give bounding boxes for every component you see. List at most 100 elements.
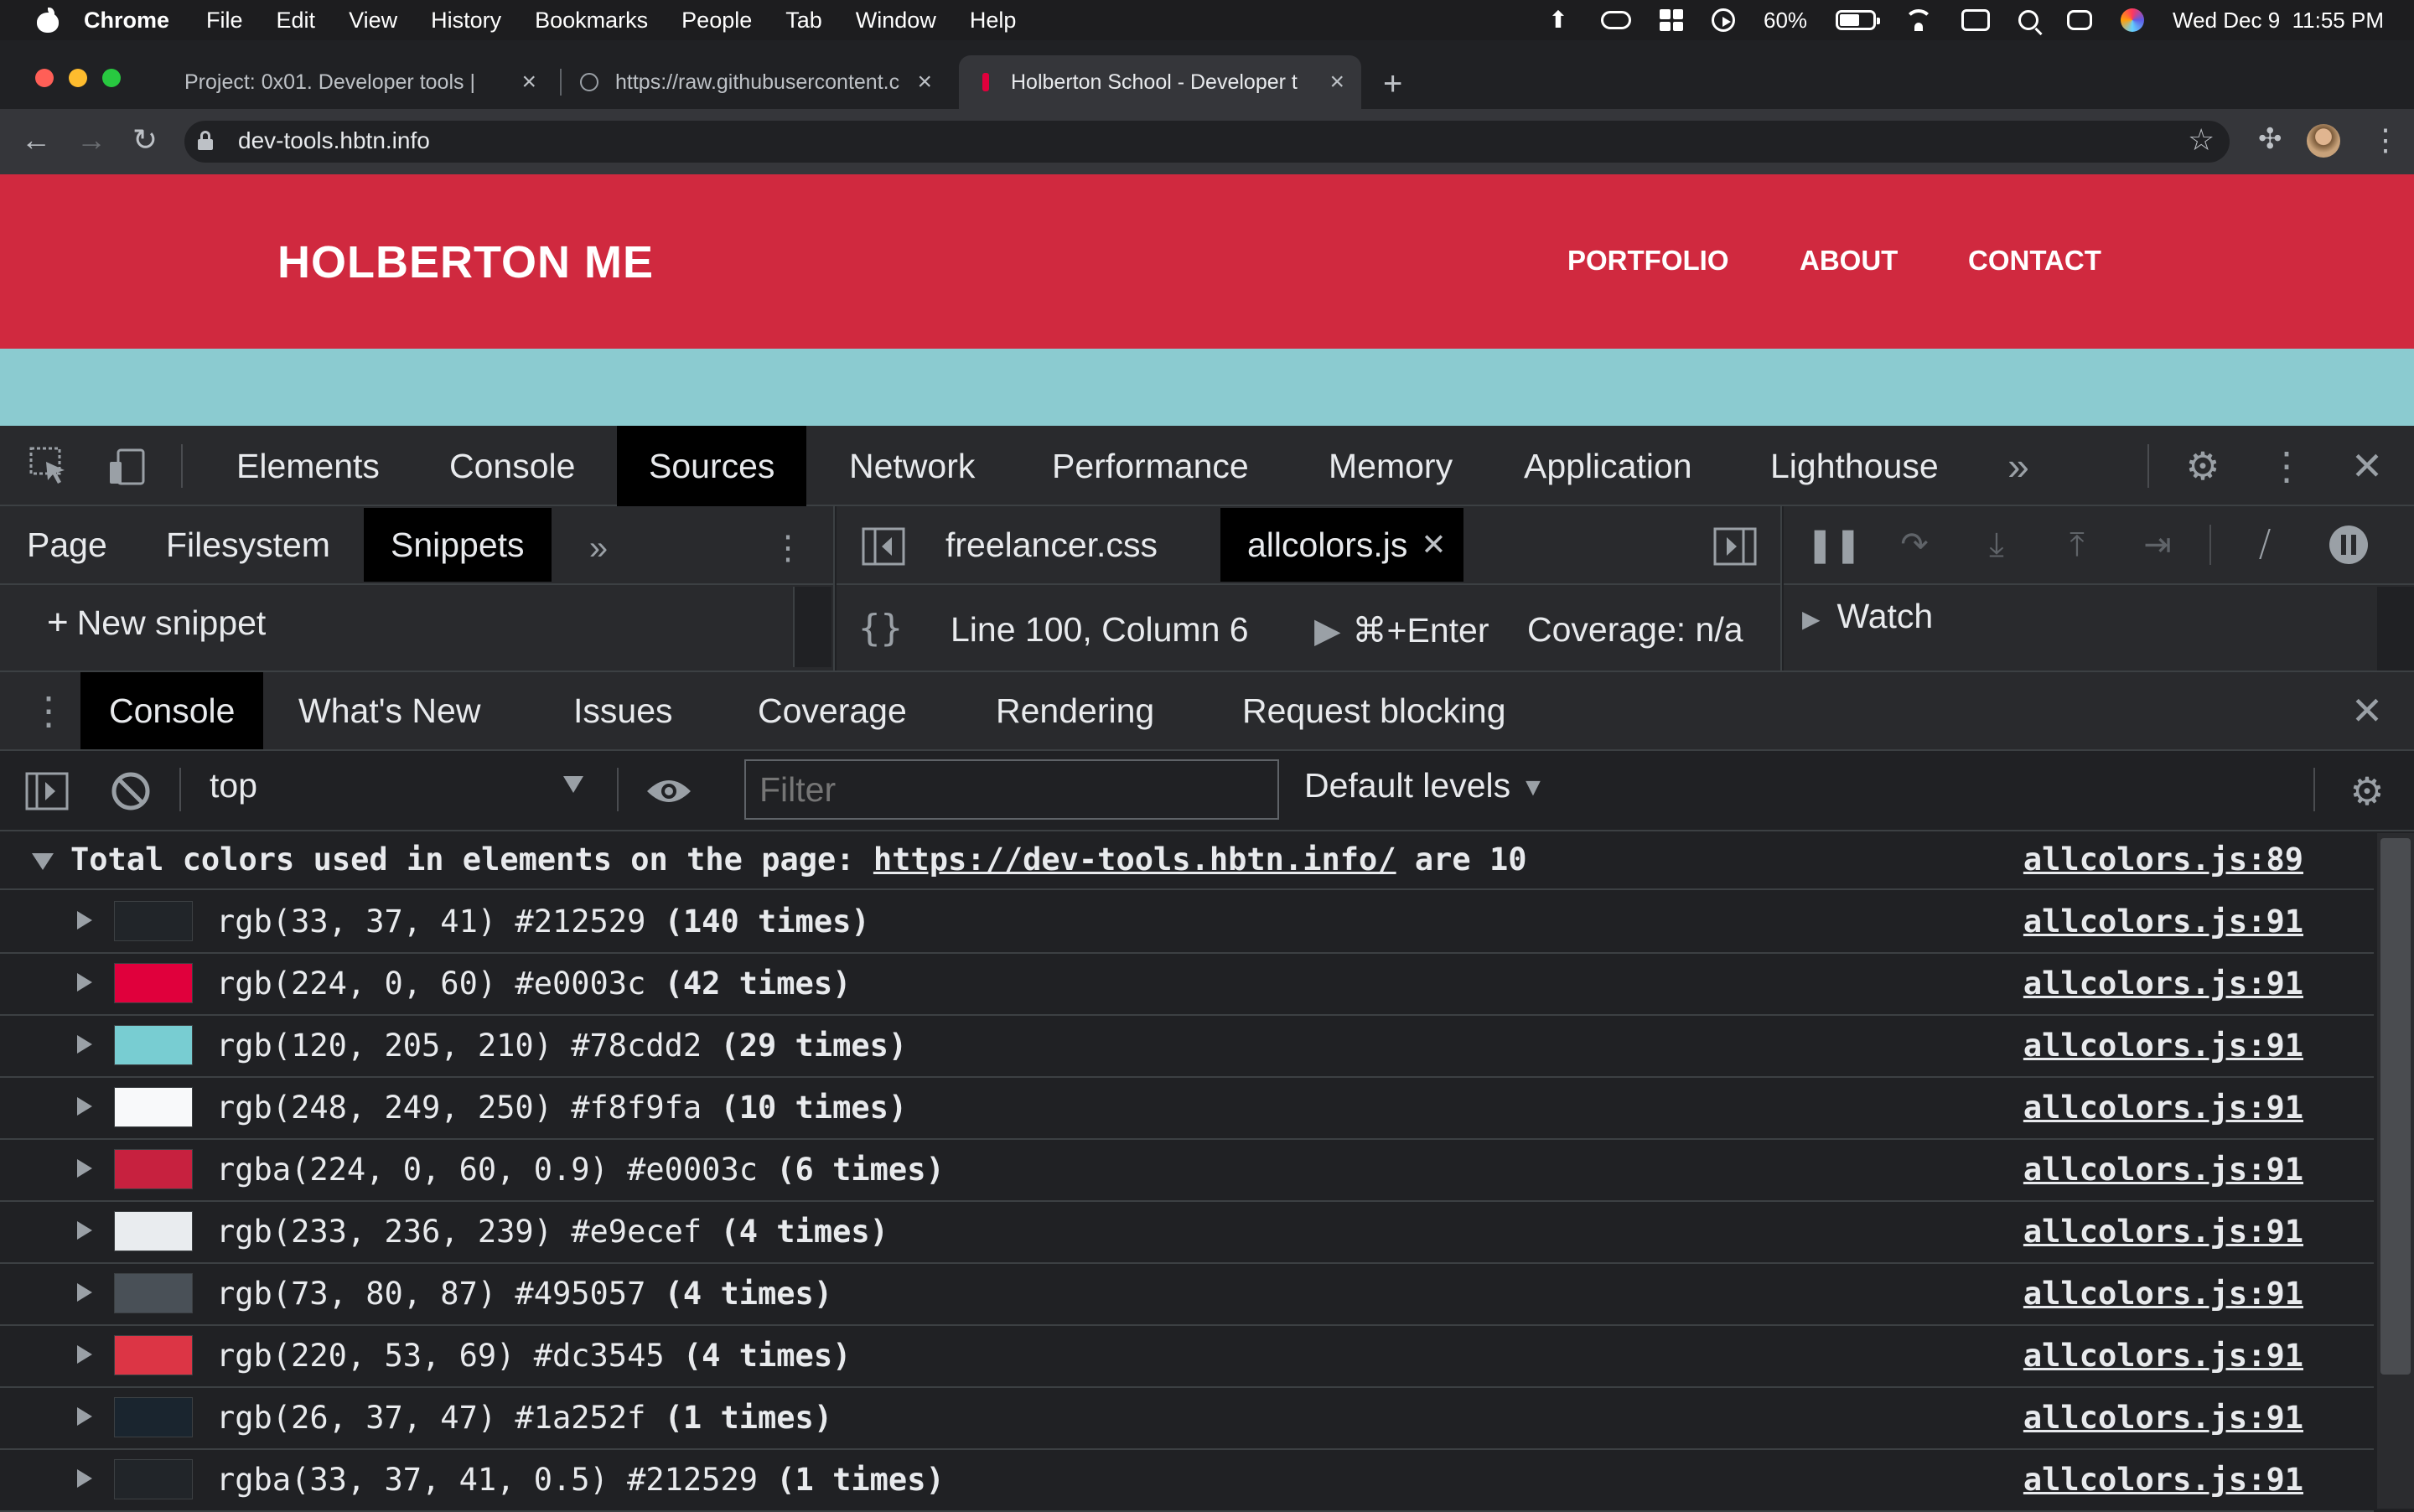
profile-avatar[interactable] [2307, 124, 2340, 158]
expand-triangle-icon[interactable] [77, 1407, 92, 1426]
apple-icon[interactable] [37, 8, 59, 33]
navigator-scrollbar[interactable] [793, 587, 831, 667]
tab-performance[interactable]: Performance [1020, 426, 1281, 506]
menu-file[interactable]: File [206, 8, 243, 34]
minimize-window-button[interactable] [69, 69, 87, 87]
deactivate-breakpoints-icon[interactable]: ⧸ [2241, 521, 2288, 568]
dropdown-arrow-icon[interactable] [563, 776, 583, 793]
source-link[interactable]: allcolors.js:91 [2023, 1462, 2303, 1498]
menu-history[interactable]: History [431, 8, 501, 34]
device-toolbar-icon[interactable] [102, 441, 153, 491]
console-row[interactable]: rgb(26, 37, 47) #1a252f (1 times) allcolo… [0, 1386, 2374, 1450]
live-expression-eye-icon[interactable] [644, 766, 694, 816]
forward-arrow-icon[interactable]: → [70, 119, 112, 161]
expand-triangle-icon[interactable] [77, 1097, 92, 1116]
run-snippet-button[interactable]: ▶ ⌘+Enter [1314, 610, 1489, 650]
reload-icon[interactable]: ↻ [124, 119, 166, 161]
log-levels-dropdown[interactable]: Default levels ▼ [1304, 766, 1546, 805]
toggle-debugger-icon[interactable] [1710, 521, 1760, 572]
expand-triangle-icon[interactable] [77, 1035, 92, 1054]
lock-icon[interactable] [198, 131, 213, 150]
close-tab-icon[interactable]: × [521, 68, 536, 96]
expand-triangle-icon[interactable] [77, 911, 92, 929]
watch-section-header[interactable]: ▶ Watch [1802, 597, 1933, 636]
step-icon[interactable]: ⇥ [2134, 521, 2181, 568]
console-scrollbar-thumb[interactable] [2380, 838, 2411, 1375]
nav-contact[interactable]: CONTACT [1968, 245, 2101, 277]
address-bar[interactable] [184, 121, 2230, 163]
tab-sources[interactable]: Sources [617, 426, 807, 506]
spotlight-search-icon[interactable] [2018, 10, 2039, 30]
drawer-tab-issues[interactable]: Issues [545, 672, 702, 749]
expand-triangle-icon[interactable] [77, 1283, 92, 1302]
toggle-navigator-icon[interactable] [858, 521, 909, 572]
browser-tab-holberton[interactable]: Holberton School - Developer t × [959, 55, 1361, 109]
file-tab-allcolors-js[interactable]: allcolors.js ✕ [1220, 508, 1463, 582]
nav-portfolio[interactable]: PORTFOLIO [1567, 245, 1729, 277]
console-settings-gear-icon[interactable]: ⚙ [2342, 766, 2392, 816]
source-link[interactable]: allcolors.js:91 [2023, 1214, 2303, 1250]
browser-tab-project[interactable]: Project: 0x01. Developer tools | × [168, 55, 553, 109]
context-select[interactable]: top [210, 766, 257, 805]
source-link[interactable]: allcolors.js:91 [2023, 1276, 2303, 1312]
screen-mirroring-icon[interactable] [1961, 9, 1991, 31]
nav-tab-filesystem[interactable]: Filesystem [139, 508, 357, 582]
file-tab-freelancer-css[interactable]: freelancer.css [919, 508, 1184, 582]
step-into-icon[interactable]: ⤓ [1973, 521, 2020, 568]
clear-console-icon[interactable] [106, 766, 156, 816]
menu-app-name[interactable]: Chrome [84, 8, 169, 34]
nav-about[interactable]: ABOUT [1800, 245, 1898, 277]
close-devtools-icon[interactable]: ✕ [2342, 441, 2392, 491]
menu-edit[interactable]: Edit [277, 8, 316, 34]
close-tab-icon[interactable]: × [1329, 68, 1344, 96]
source-link[interactable]: allcolors.js:91 [2023, 1090, 2303, 1126]
pin-icon[interactable]: ⬆ [1544, 8, 1572, 32]
source-link[interactable]: allcolors.js:89 [2023, 841, 2303, 878]
new-snippet-button[interactable]: + New snippet [47, 602, 266, 644]
wifi-icon[interactable] [1904, 9, 1934, 31]
settings-gear-icon[interactable]: ⚙ [2178, 441, 2228, 491]
tab-elements[interactable]: Elements [205, 426, 412, 506]
drawer-tab-coverage[interactable]: Coverage [729, 672, 935, 749]
console-row[interactable]: rgb(224, 0, 60) #e0003c (42 times) allcol… [0, 952, 2374, 1016]
debugger-scrollbar[interactable] [2377, 587, 2414, 671]
group-url-link[interactable]: https://dev-tools.hbtn.info/ [873, 841, 1396, 878]
step-out-icon[interactable]: ⤒ [2054, 521, 2101, 568]
close-drawer-icon[interactable]: ✕ [2342, 686, 2392, 736]
menu-help[interactable]: Help [970, 8, 1017, 34]
control-center-icon[interactable] [2067, 10, 2093, 30]
source-link[interactable]: allcolors.js:91 [2023, 1152, 2303, 1188]
expand-triangle-icon[interactable] [77, 1469, 92, 1488]
console-row[interactable]: rgba(33, 37, 41, 0.5) #212529 (1 times) a… [0, 1448, 2374, 1512]
close-window-button[interactable] [35, 69, 54, 87]
close-file-icon[interactable]: ✕ [1421, 527, 1446, 562]
tab-lighthouse[interactable]: Lighthouse [1738, 426, 1971, 506]
pause-on-exceptions-icon[interactable] [2325, 521, 2372, 568]
pretty-print-icon[interactable]: {} [858, 607, 903, 650]
console-filter-input[interactable] [744, 759, 1279, 820]
bookmark-star-icon[interactable]: ☆ [2188, 122, 2215, 158]
drawer-tab-request-blocking[interactable]: Request blocking [1214, 672, 1535, 749]
console-row[interactable]: rgb(233, 236, 239) #e9ecef (4 times) allc… [0, 1200, 2374, 1264]
siri-icon[interactable] [2121, 8, 2145, 32]
menu-window[interactable]: Window [856, 8, 936, 34]
console-row[interactable]: rgb(220, 53, 69) #dc3545 (4 times) allcol… [0, 1324, 2374, 1388]
expand-triangle-icon[interactable] [77, 1221, 92, 1240]
close-tab-icon[interactable]: × [917, 68, 932, 96]
tab-memory[interactable]: Memory [1297, 426, 1484, 506]
console-row[interactable]: rgb(248, 249, 250) #f8f9fa (10 times) all… [0, 1076, 2374, 1140]
collapse-triangle-icon[interactable] [32, 853, 54, 870]
drawer-tab-whats-new[interactable]: What's New [270, 672, 509, 749]
devtools-menu-icon[interactable]: ⋮ [2261, 441, 2312, 491]
menu-people[interactable]: People [681, 8, 752, 34]
console-row[interactable]: rgb(120, 205, 210) #78cdd2 (29 times) all… [0, 1014, 2374, 1078]
expand-triangle-icon[interactable] [77, 1345, 92, 1364]
new-tab-button[interactable]: + [1383, 65, 1402, 103]
source-link[interactable]: allcolors.js:91 [2023, 1028, 2303, 1064]
more-tabs-chevron-icon[interactable]: » [1993, 441, 2044, 491]
tab-console[interactable]: Console [417, 426, 607, 506]
drawer-menu-icon[interactable]: ⋮ [23, 686, 74, 736]
more-nav-tabs-chevron-icon[interactable]: » [573, 523, 624, 573]
extensions-puzzle-icon[interactable]: ✣ [2258, 122, 2282, 156]
nav-tab-page[interactable]: Page [0, 508, 134, 582]
